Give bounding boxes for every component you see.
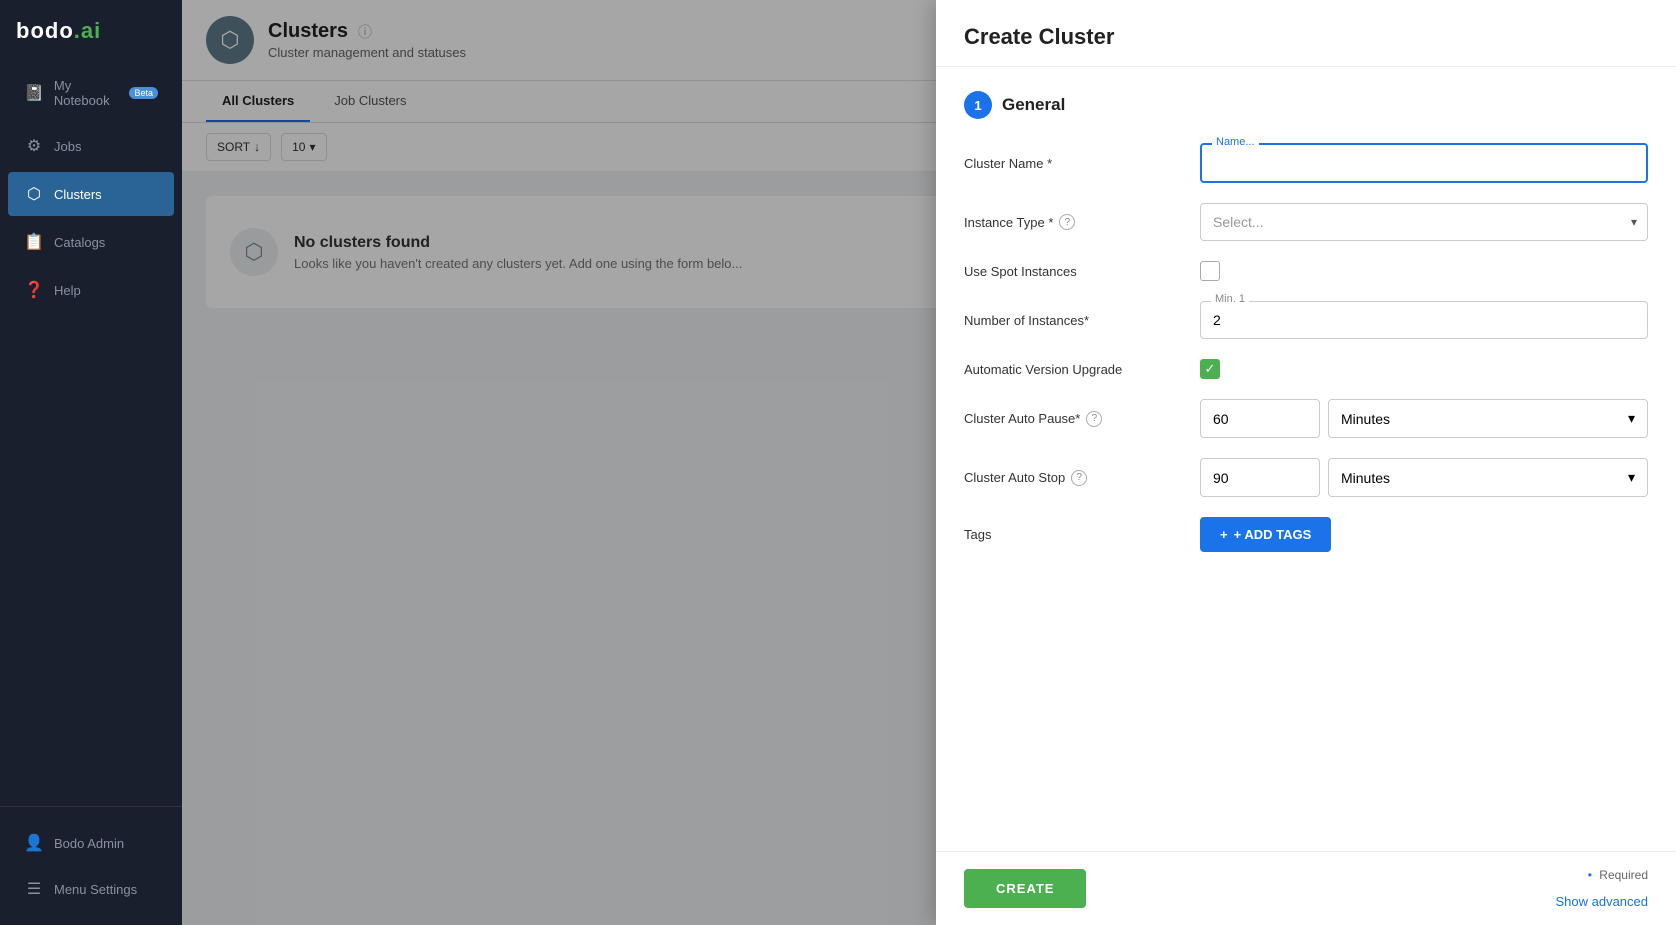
required-note: • Required: [1588, 868, 1648, 882]
logo-text: bodo.ai: [16, 18, 101, 44]
instance-type-label: Instance Type * ?: [964, 214, 1184, 230]
sidebar-item-user[interactable]: 👤 Bodo Admin: [8, 821, 174, 865]
cluster-auto-pause-unit-select[interactable]: Minutes ▾: [1328, 399, 1648, 438]
jobs-icon: ⚙: [24, 136, 44, 156]
cluster-auto-stop-row: Cluster Auto Stop ? Minutes ▾: [964, 458, 1648, 497]
use-spot-instances-checkbox[interactable]: [1200, 261, 1220, 281]
user-label: Bodo Admin: [54, 836, 124, 851]
automatic-version-upgrade-checkbox[interactable]: ✓: [1200, 359, 1220, 379]
instance-type-control: Select... ▾: [1200, 203, 1648, 241]
sidebar-nav: 📓 My Notebook Beta ⚙ Jobs ⬡ Clusters 📋 C…: [0, 64, 182, 806]
main-content: ⬡ Clusters ⓘ Cluster management and stat…: [182, 0, 1676, 925]
cluster-auto-pause-label: Cluster Auto Pause* ?: [964, 411, 1184, 427]
cluster-auto-stop-control: Minutes ▾: [1200, 458, 1648, 497]
menu-settings-label: Menu Settings: [54, 882, 137, 897]
cluster-auto-pause-help-icon[interactable]: ?: [1086, 411, 1102, 427]
tags-row: Tags + + ADD TAGS: [964, 517, 1648, 552]
clusters-icon: ⬡: [24, 184, 44, 204]
sidebar: bodo.ai 📓 My Notebook Beta ⚙ Jobs ⬡ Clus…: [0, 0, 182, 925]
cluster-name-control: Name...: [1200, 143, 1648, 183]
logo-dot: .ai: [74, 18, 101, 43]
cluster-auto-pause-control: Minutes ▾: [1200, 399, 1648, 438]
chevron-down-icon: ▾: [1628, 469, 1635, 486]
sidebar-item-label: Jobs: [54, 139, 81, 154]
menu-icon: ☰: [24, 879, 44, 899]
sidebar-item-jobs[interactable]: ⚙ Jobs: [8, 124, 174, 168]
drawer-title: Create Cluster: [964, 24, 1648, 50]
add-tags-button[interactable]: + + ADD TAGS: [1200, 517, 1331, 552]
beta-badge: Beta: [129, 87, 158, 99]
catalogs-icon: 📋: [24, 232, 44, 252]
cluster-name-input-wrapper: Name...: [1200, 143, 1648, 183]
cluster-auto-stop-help-icon[interactable]: ?: [1071, 470, 1087, 486]
sidebar-item-clusters[interactable]: ⬡ Clusters: [8, 172, 174, 216]
sidebar-item-catalogs[interactable]: 📋 Catalogs: [8, 220, 174, 264]
sidebar-item-help[interactable]: ❓ Help: [8, 268, 174, 312]
min-label: Min. 1: [1211, 293, 1249, 305]
instance-type-help-icon[interactable]: ?: [1059, 214, 1075, 230]
help-icon: ❓: [24, 280, 44, 300]
cluster-auto-pause-row: Cluster Auto Pause* ? Minutes ▾: [964, 399, 1648, 438]
drawer-body: 1 General Cluster Name * Name... Ins: [936, 67, 1676, 851]
sidebar-item-label: Catalogs: [54, 235, 105, 250]
cluster-name-label: Cluster Name *: [964, 156, 1184, 171]
tags-control: + + ADD TAGS: [1200, 517, 1648, 552]
show-advanced-link[interactable]: Show advanced: [1555, 894, 1648, 909]
number-of-instances-input-wrapper: Min. 1: [1200, 301, 1648, 339]
section-number: 1: [964, 91, 992, 119]
number-of-instances-control: Min. 1: [1200, 301, 1648, 339]
cluster-auto-stop-label: Cluster Auto Stop ?: [964, 470, 1184, 486]
notebook-icon: 📓: [24, 83, 44, 103]
instance-type-row: Instance Type * ? Select... ▾: [964, 203, 1648, 241]
use-spot-instances-label: Use Spot Instances: [964, 264, 1184, 279]
number-of-instances-label: Number of Instances*: [964, 313, 1184, 328]
sidebar-item-menu-settings[interactable]: ☰ Menu Settings: [8, 867, 174, 911]
section-header: 1 General: [964, 91, 1648, 119]
cluster-name-float-label: Name...: [1212, 136, 1259, 148]
instance-type-select-display: Select...: [1201, 204, 1621, 240]
cluster-auto-stop-unit-select[interactable]: Minutes ▾: [1328, 458, 1648, 497]
cluster-name-input[interactable]: [1202, 145, 1646, 181]
create-button[interactable]: CREATE: [964, 869, 1086, 908]
automatic-version-upgrade-control: ✓: [1200, 359, 1648, 379]
number-of-instances-input[interactable]: [1201, 302, 1647, 338]
use-spot-instances-control: [1200, 261, 1648, 281]
sidebar-item-my-notebook[interactable]: 📓 My Notebook Beta: [8, 66, 174, 120]
logo: bodo.ai: [0, 0, 182, 64]
number-of-instances-row: Number of Instances* Min. 1: [964, 301, 1648, 339]
plus-icon: +: [1220, 527, 1228, 542]
sidebar-bottom: 👤 Bodo Admin ☰ Menu Settings: [0, 806, 182, 925]
cluster-name-row: Cluster Name * Name...: [964, 143, 1648, 183]
create-cluster-drawer: Create Cluster 1 General Cluster Name * …: [936, 0, 1676, 925]
tags-label: Tags: [964, 527, 1184, 542]
automatic-version-upgrade-row: Automatic Version Upgrade ✓: [964, 359, 1648, 379]
required-dot: •: [1588, 868, 1592, 882]
section-title: General: [1002, 95, 1065, 115]
drawer-header: Create Cluster: [936, 0, 1676, 67]
drawer-footer: CREATE • Required Show advanced: [936, 851, 1676, 925]
chevron-down-icon: ▾: [1628, 410, 1635, 427]
use-spot-instances-row: Use Spot Instances: [964, 261, 1648, 281]
sidebar-item-label: Help: [54, 283, 81, 298]
automatic-version-upgrade-label: Automatic Version Upgrade: [964, 362, 1184, 377]
instance-type-select[interactable]: Select... ▾: [1200, 203, 1648, 241]
chevron-down-icon: ▾: [1621, 215, 1647, 229]
sidebar-item-label: Clusters: [54, 187, 102, 202]
sidebar-item-label: My Notebook: [54, 78, 116, 108]
cluster-auto-stop-input[interactable]: [1200, 458, 1320, 497]
cluster-auto-pause-input[interactable]: [1200, 399, 1320, 438]
user-icon: 👤: [24, 833, 44, 853]
